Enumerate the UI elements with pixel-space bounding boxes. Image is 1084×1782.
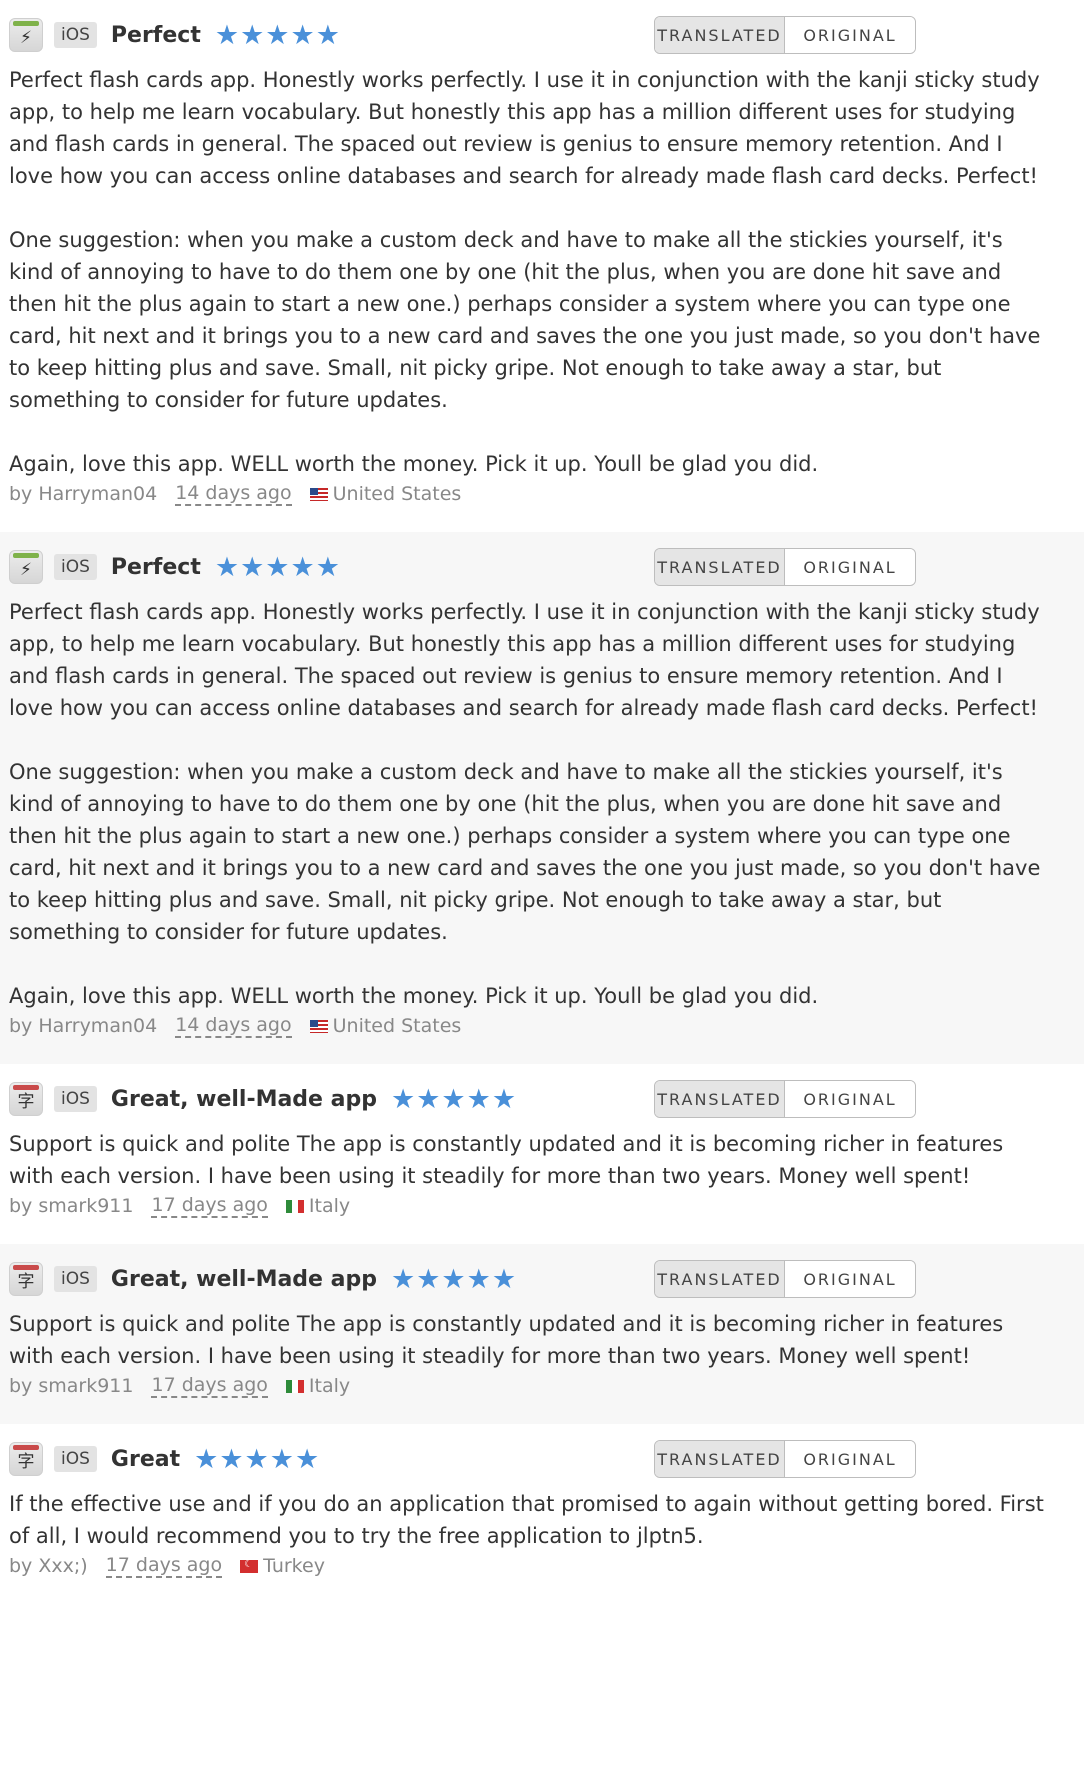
- platform-badge: iOS: [54, 1266, 97, 1292]
- translated-button[interactable]: TRANSLATED: [655, 1261, 785, 1297]
- star-rating: ★ ★ ★ ★ ★: [391, 1086, 516, 1113]
- star-rating: ★ ★ ★ ★ ★: [215, 554, 340, 581]
- translation-toggle: TRANSLATED ORIGINAL: [654, 1080, 916, 1118]
- review-country: United States: [332, 1015, 462, 1037]
- star-rating: ★ ★ ★ ★ ★: [194, 1446, 319, 1473]
- translated-button[interactable]: TRANSLATED: [655, 17, 785, 53]
- original-button[interactable]: ORIGINAL: [785, 1261, 915, 1297]
- review-date[interactable]: 14 days ago: [175, 482, 292, 506]
- star-icon: ★: [294, 1443, 320, 1475]
- translated-button[interactable]: TRANSLATED: [655, 1081, 785, 1117]
- review-item: ⚡ iOS Perfect ★ ★ ★ ★ ★ TRANSLATED ORIGINAL …: [0, 0, 1084, 532]
- flash-card-app-icon: ⚡: [9, 18, 43, 52]
- kanji-app-icon: 字: [9, 1082, 43, 1116]
- review-country: Italy: [308, 1375, 351, 1397]
- star-icon: ★: [416, 1083, 441, 1115]
- translation-toggle: TRANSLATED ORIGINAL: [654, 1440, 916, 1478]
- italy-flag-icon: [285, 1379, 304, 1393]
- star-icon: ★: [416, 1263, 441, 1295]
- review-country: Italy: [308, 1195, 351, 1217]
- kanji-app-icon: 字: [9, 1262, 43, 1296]
- review-date[interactable]: 17 days ago: [151, 1194, 268, 1218]
- star-icon: ★: [214, 19, 240, 51]
- review-meta: by Xxx;) 17 days ago Turkey: [9, 1554, 1048, 1604]
- star-icon: ★: [315, 551, 340, 583]
- star-icon: ★: [290, 551, 315, 583]
- translation-toggle: TRANSLATED ORIGINAL: [654, 16, 916, 54]
- review-author[interactable]: by Harryman04: [9, 483, 157, 505]
- review-body: If the effective use and if you do an ap…: [9, 1492, 1044, 1548]
- translated-button[interactable]: TRANSLATED: [655, 549, 785, 585]
- star-icon: ★: [390, 1263, 416, 1295]
- translation-toggle: TRANSLATED ORIGINAL: [654, 1260, 916, 1298]
- us-flag-icon: [309, 487, 328, 501]
- original-button[interactable]: ORIGINAL: [785, 1081, 915, 1117]
- review-item: 字 iOS Great ★ ★ ★ ★ ★ TRANSLATED ORIGINAL If…: [0, 1424, 1084, 1604]
- translation-toggle: TRANSLATED ORIGINAL: [654, 548, 916, 586]
- star-icon: ★: [466, 1263, 491, 1295]
- review-body: Perfect flash cards app. Honestly works …: [9, 68, 1041, 476]
- review-title: Perfect: [110, 22, 201, 48]
- star-icon: ★: [441, 1263, 466, 1295]
- original-button[interactable]: ORIGINAL: [785, 17, 915, 53]
- review-body: Support is quick and polite The app is c…: [9, 1132, 1004, 1188]
- star-icon: ★: [491, 1083, 517, 1115]
- original-button[interactable]: ORIGINAL: [785, 549, 915, 585]
- us-flag-icon: [309, 1019, 328, 1033]
- flash-card-app-icon: ⚡: [9, 550, 43, 584]
- kanji-app-icon: 字: [9, 1442, 43, 1476]
- star-icon: ★: [240, 19, 265, 51]
- star-icon: ★: [219, 1443, 244, 1475]
- star-rating: ★ ★ ★ ★ ★: [391, 1266, 516, 1293]
- star-icon: ★: [265, 19, 290, 51]
- review-item: 字 iOS Great, well-Made app ★ ★ ★ ★ ★ TRANSLA…: [0, 1064, 1084, 1244]
- review-meta: by Harryman04 14 days ago United States: [9, 1014, 1048, 1064]
- review-date[interactable]: 14 days ago: [175, 1014, 292, 1038]
- star-icon: ★: [214, 551, 240, 583]
- star-icon: ★: [466, 1083, 491, 1115]
- review-author[interactable]: by smark911: [9, 1375, 133, 1397]
- original-button[interactable]: ORIGINAL: [785, 1441, 915, 1477]
- review-author[interactable]: by smark911: [9, 1195, 133, 1217]
- platform-badge: iOS: [54, 1086, 97, 1112]
- review-date[interactable]: 17 days ago: [105, 1554, 223, 1578]
- star-icon: ★: [240, 551, 265, 583]
- review-author[interactable]: by Harryman04: [9, 1015, 157, 1037]
- platform-badge: iOS: [54, 22, 97, 48]
- italy-flag-icon: [285, 1199, 304, 1213]
- translated-button[interactable]: TRANSLATED: [655, 1441, 785, 1477]
- review-title: Great: [110, 1446, 181, 1472]
- review-item: 字 iOS Great, well-Made app ★ ★ ★ ★ ★ TRANSLA…: [0, 1244, 1084, 1424]
- review-body: Perfect flash cards app. Honestly works …: [9, 600, 1041, 1008]
- star-icon: ★: [491, 1263, 517, 1295]
- star-rating: ★ ★ ★ ★ ★: [215, 22, 340, 49]
- star-icon: ★: [269, 1443, 294, 1475]
- review-body: Support is quick and polite The app is c…: [9, 1312, 1004, 1368]
- star-icon: ★: [194, 1443, 219, 1475]
- review-country: United States: [332, 483, 462, 505]
- review-list: ⚡ iOS Perfect ★ ★ ★ ★ ★ TRANSLATED ORIGINAL …: [0, 0, 1084, 1604]
- star-icon: ★: [244, 1443, 269, 1475]
- star-icon: ★: [290, 19, 315, 51]
- star-icon: ★: [315, 19, 340, 51]
- review-title: Perfect: [110, 554, 201, 580]
- review-meta: by Harryman04 14 days ago United States: [9, 482, 1048, 532]
- platform-badge: iOS: [54, 1446, 97, 1472]
- review-country: Turkey: [263, 1555, 325, 1577]
- star-icon: ★: [390, 1083, 416, 1115]
- star-icon: ★: [441, 1083, 466, 1115]
- review-meta: by smark911 17 days ago Italy: [9, 1374, 1048, 1424]
- review-title: Great, well-Made app: [110, 1266, 377, 1292]
- review-date[interactable]: 17 days ago: [151, 1374, 268, 1398]
- turkey-flag-icon: [240, 1559, 259, 1573]
- review-meta: by smark911 17 days ago Italy: [9, 1194, 1048, 1244]
- platform-badge: iOS: [54, 554, 97, 580]
- star-icon: ★: [265, 551, 290, 583]
- review-item: ⚡ iOS Perfect ★ ★ ★ ★ ★ TRANSLATED ORIGINAL …: [0, 532, 1084, 1064]
- review-title: Great, well-Made app: [110, 1086, 377, 1112]
- review-author[interactable]: by Xxx;): [9, 1555, 88, 1577]
